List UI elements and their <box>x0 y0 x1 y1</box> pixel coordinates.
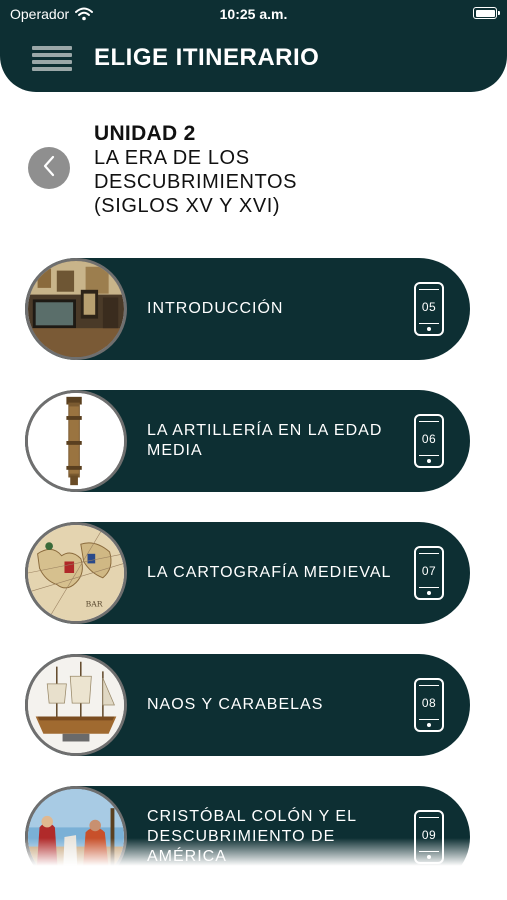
mobile-phone-icon: 07 <box>414 546 444 600</box>
cannon-thumbnail <box>25 390 127 492</box>
itinerary-list: INTRODUCCIÓN 05 LA ARTILLERÍA EN LA EDAD… <box>0 0 507 900</box>
itinerary-item-label: LA ARTILLERÍA EN LA EDAD MEDIA <box>147 422 383 459</box>
mobile-phone-icon: 05 <box>414 282 444 336</box>
itinerary-item-introduccion[interactable]: INTRODUCCIÓN 05 <box>25 258 470 360</box>
itinerary-item-label: NAOS Y CARABELAS <box>147 696 324 713</box>
caravel-model-thumbnail <box>25 654 127 756</box>
museum-hall-thumbnail <box>25 258 127 360</box>
item-number: 06 <box>421 432 437 446</box>
itinerary-item-cartografia[interactable]: BAR LA CARTOGRAFÍA MEDIEVAL 07 <box>25 522 470 624</box>
itinerary-item-naos-carabelas[interactable]: NAOS Y CARABELAS 08 <box>25 654 470 756</box>
mobile-phone-icon: 08 <box>414 678 444 732</box>
old-map-thumbnail: BAR <box>25 522 127 624</box>
screen: Operador 10:25 a.m. ELIGE ITINERARIO UNI… <box>0 0 507 900</box>
bottom-fade-overlay <box>0 838 507 900</box>
svg-text:BAR: BAR <box>86 600 103 609</box>
item-number: 05 <box>421 300 437 314</box>
itinerary-item-label: LA CARTOGRAFÍA MEDIEVAL <box>147 564 392 581</box>
mobile-phone-icon: 06 <box>414 414 444 468</box>
itinerary-item-label: INTRODUCCIÓN <box>147 300 284 317</box>
item-number: 08 <box>421 696 437 710</box>
item-number: 07 <box>421 564 437 578</box>
itinerary-item-artilleria[interactable]: LA ARTILLERÍA EN LA EDAD MEDIA 06 <box>25 390 470 492</box>
